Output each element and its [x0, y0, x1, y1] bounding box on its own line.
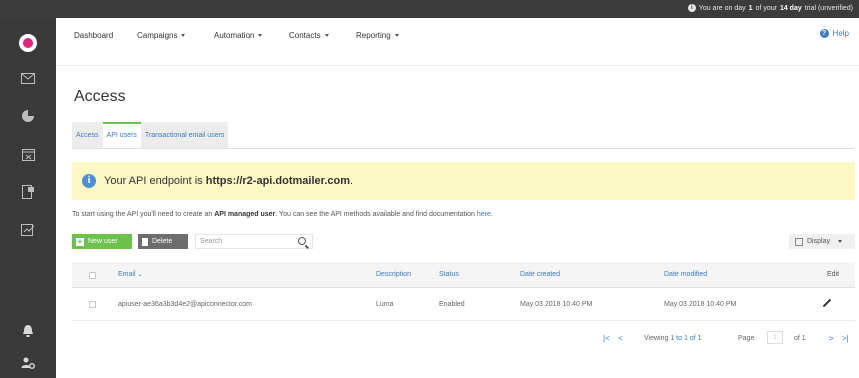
last-page-button[interactable]: >|: [842, 334, 849, 343]
search-icon[interactable]: [298, 237, 306, 245]
intro-bold: API managed user: [214, 211, 276, 218]
prev-page-button[interactable]: <: [618, 334, 623, 343]
col-email[interactable]: Email ⌄: [118, 271, 143, 278]
page-title: Access: [74, 88, 126, 105]
row-description: Luma: [376, 301, 394, 308]
plus-icon: +: [76, 236, 84, 246]
nav-dashboard[interactable]: Dashboard: [74, 31, 113, 40]
row-date-created: May 03 2018 10:40 PM: [520, 301, 593, 308]
trial-mid: of your: [755, 4, 777, 12]
app-logo[interactable]: [17, 32, 39, 54]
col-date-created[interactable]: Date created: [520, 271, 560, 278]
edit-pencil-icon[interactable]: [822, 298, 832, 308]
pie-chart-icon[interactable]: [20, 108, 36, 124]
nav-reporting-label: Reporting: [356, 31, 391, 40]
viewing-summary: Viewing 1 to 1 of 1: [644, 335, 701, 342]
banner-suffix: .: [349, 175, 354, 187]
new-user-label: New user: [88, 238, 118, 245]
new-user-button[interactable]: + New user: [72, 234, 132, 249]
envelope-icon[interactable]: [20, 70, 36, 86]
chevron-down-icon: [181, 34, 186, 38]
row-checkbox[interactable]: [89, 301, 96, 308]
banner-text: Your API endpoint is https://r2-api.dotm…: [104, 175, 353, 187]
trial-length: 14 day: [779, 4, 802, 12]
info-icon: i: [687, 4, 696, 12]
report-icon[interactable]: [20, 222, 36, 238]
col-date-modified[interactable]: Date modified: [664, 271, 707, 278]
table-row: apiuser-ae36a3b3d4e2@apiconnector.com Lu…: [72, 289, 855, 321]
trial-suffix: trial (unverified): [804, 4, 853, 12]
left-rail: [0, 18, 56, 378]
trash-icon: [142, 237, 148, 246]
col-email-label: Email: [118, 271, 136, 278]
col-edit: Edit: [827, 271, 840, 278]
trial-day: 1: [748, 4, 753, 12]
intro-end: .: [490, 211, 493, 218]
info-icon: i: [82, 174, 96, 188]
documentation-link[interactable]: here: [477, 211, 491, 218]
page-number-input[interactable]: 1: [767, 331, 783, 344]
col-status[interactable]: Status: [439, 271, 459, 278]
display-dropdown[interactable]: Display: [789, 234, 855, 249]
nav-automation[interactable]: Automation: [214, 31, 263, 40]
tab-bar: Access API users Transactional email use…: [72, 122, 229, 148]
top-bar: i You are on day 1 of your 14 day trial …: [0, 0, 859, 18]
nav-contacts-label: Contacts: [289, 31, 321, 40]
trial-prefix: You are on day: [698, 4, 746, 12]
tab-access[interactable]: Access: [72, 122, 103, 148]
select-all-checkbox[interactable]: [89, 272, 96, 279]
search-placeholder: Search: [200, 238, 223, 245]
chevron-down-icon: [258, 34, 263, 38]
bell-icon[interactable]: [20, 323, 36, 339]
trial-notice: i You are on day 1 of your 14 day trial …: [687, 4, 853, 12]
user-settings-icon[interactable]: [20, 355, 36, 371]
page-number-value: 1: [773, 334, 777, 341]
chevron-down-icon: [394, 34, 399, 38]
row-status: Enabled: [439, 301, 465, 308]
row-date-modified: May 03 2018 10:40 PM: [664, 301, 737, 308]
api-endpoint-url: https://r2-api.dotmailer.com: [205, 175, 350, 187]
intro-mid: . You can see the API methods available …: [275, 211, 475, 218]
columns-icon: [795, 237, 803, 246]
display-label: Display: [807, 238, 830, 245]
viewing-prefix: Viewing: [644, 335, 669, 342]
delete-button[interactable]: Delete: [138, 234, 188, 249]
row-email: apiuser-ae36a3b3d4e2@apiconnector.com: [118, 301, 252, 308]
nav-campaigns-label: Campaigns: [137, 31, 178, 40]
page-total: of 1: [794, 335, 806, 342]
banner-prefix: Your API endpoint is: [104, 175, 203, 187]
nav-reporting[interactable]: Reporting: [356, 31, 399, 40]
search-input[interactable]: Search: [195, 234, 313, 249]
help-label: Help: [832, 29, 849, 38]
first-page-button[interactable]: |<: [603, 334, 610, 343]
page-label: Page: [738, 335, 755, 342]
col-description[interactable]: Description: [376, 271, 411, 278]
tab-divider: [72, 148, 854, 149]
nav-automation-label: Automation: [214, 31, 255, 40]
api-endpoint-banner: i Your API endpoint is https://r2-api.do…: [72, 162, 855, 200]
viewing-range: 1 to 1 of 1: [670, 335, 702, 342]
calendar-icon[interactable]: [20, 146, 36, 162]
chevron-down-icon: [837, 240, 842, 243]
help-link[interactable]: ? Help: [819, 29, 849, 38]
table-header: Email ⌄ Description Status Date created …: [72, 262, 855, 288]
help-icon: ?: [819, 29, 829, 38]
nav-campaigns[interactable]: Campaigns: [137, 31, 186, 40]
intro-text: To start using the API you'll need to cr…: [72, 211, 493, 218]
next-page-button[interactable]: >: [829, 334, 834, 343]
nav-contacts[interactable]: Contacts: [289, 31, 329, 40]
tab-api-users[interactable]: API users: [102, 122, 141, 148]
mobile-icon[interactable]: [20, 184, 36, 200]
tab-transactional-email-users[interactable]: Transactional email users: [140, 122, 229, 148]
sort-desc-icon: ⌄: [137, 272, 143, 278]
intro-pre: To start using the API you'll need to cr…: [72, 211, 213, 218]
delete-label: Delete: [152, 238, 173, 245]
main-nav: [56, 18, 859, 66]
chevron-down-icon: [324, 34, 329, 38]
